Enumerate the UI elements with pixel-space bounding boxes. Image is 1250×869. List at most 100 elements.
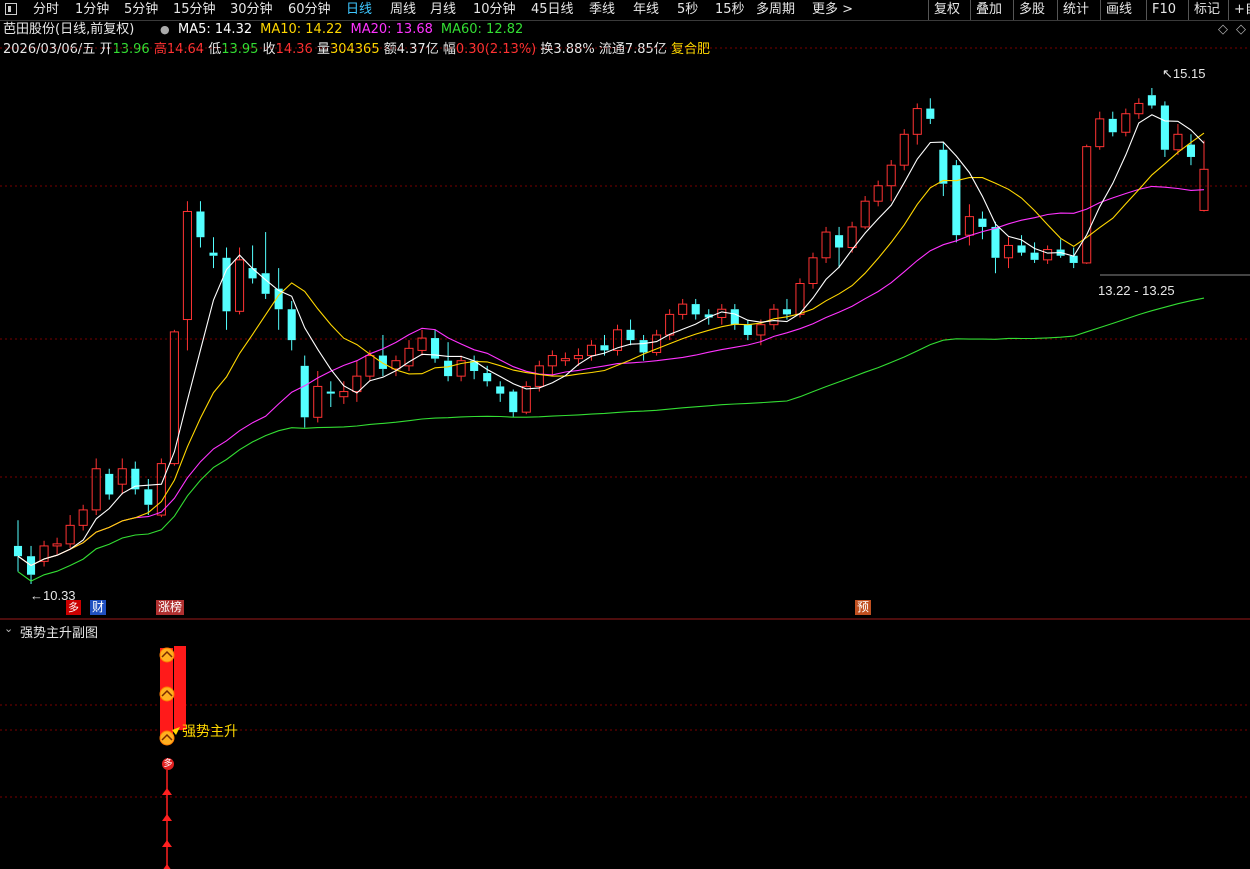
tool-7[interactable]: +自 — [1228, 0, 1250, 20]
candle-52 — [691, 298, 700, 320]
strong-rise-label: 强势主升 — [182, 724, 238, 740]
tool-2[interactable]: 多股 — [1013, 0, 1045, 20]
event-marker-forecast[interactable]: 预 — [855, 600, 872, 615]
candle-23 — [313, 370, 323, 423]
candle-28 — [378, 334, 387, 377]
period-3[interactable]: 15分钟 — [173, 0, 216, 20]
up-arrow-icon-1 — [162, 814, 172, 821]
candle-46 — [612, 324, 623, 356]
ma60-line — [17, 297, 1205, 582]
candle-9 — [131, 461, 140, 495]
tool-3[interactable]: 统计 — [1057, 0, 1089, 20]
candle-88 — [1160, 101, 1169, 157]
candle-86 — [1134, 98, 1144, 119]
candle-2 — [39, 540, 49, 567]
candle-6 — [91, 458, 101, 516]
period-5[interactable]: 60分钟 — [288, 0, 331, 20]
strong-rise-bar-2 — [174, 646, 186, 730]
candle-84 — [1108, 111, 1117, 137]
period-13[interactable]: 5秒 — [677, 0, 698, 20]
period-7[interactable]: 周线 — [390, 0, 416, 20]
tool-0[interactable]: 复权 — [928, 0, 960, 20]
event-marker-finance[interactable]: 财 — [90, 600, 107, 615]
candle-82 — [1082, 144, 1092, 264]
candle-68 — [899, 129, 909, 171]
candle-21 — [287, 301, 296, 351]
candle-66 — [873, 180, 883, 207]
candle-64 — [847, 221, 857, 253]
candle-37 — [496, 381, 505, 402]
period-16[interactable]: 更多 > — [812, 0, 853, 20]
range-price-label: 13.22 - 13.25 — [1098, 283, 1175, 298]
period-2[interactable]: 5分钟 — [124, 0, 158, 20]
tool-6[interactable]: 标记 — [1188, 0, 1220, 20]
candle-11 — [156, 458, 166, 518]
candle-79 — [1043, 245, 1053, 264]
layout-toggle-icon[interactable] — [5, 3, 17, 15]
up-arrow-icon-2 — [162, 840, 172, 847]
up-arrow-icon-0 — [162, 788, 172, 795]
grid-lines — [0, 47, 1250, 798]
candle-69 — [912, 103, 922, 145]
candle-3 — [52, 537, 62, 555]
event-marker-limit-up[interactable]: 涨榜 — [156, 600, 185, 615]
period-12[interactable]: 年线 — [633, 0, 659, 20]
candle-77 — [1017, 235, 1026, 256]
candle-76 — [1003, 237, 1014, 269]
period-9[interactable]: 10分钟 — [473, 0, 516, 20]
candle-87 — [1147, 88, 1156, 109]
period-1[interactable]: 1分钟 — [75, 0, 109, 20]
candle-51 — [678, 298, 688, 320]
candle-83 — [1095, 111, 1105, 150]
period-6[interactable]: 日线 — [346, 0, 372, 20]
candle-25 — [339, 381, 349, 404]
candle-80 — [1056, 239, 1065, 258]
candle-26 — [352, 360, 362, 402]
tool-1[interactable]: 叠加 — [970, 0, 1002, 20]
candle-39 — [521, 381, 531, 415]
candle-70 — [926, 98, 935, 125]
candle-60 — [795, 278, 805, 318]
event-marker-duo[interactable]: 多 — [66, 600, 81, 615]
candle-14 — [196, 201, 205, 248]
candle-30 — [404, 340, 414, 371]
candle-32 — [431, 329, 440, 363]
candle-42 — [560, 352, 570, 366]
candle-8 — [117, 458, 127, 495]
candle-58 — [769, 304, 779, 330]
candle-24 — [326, 381, 335, 408]
candle-0 — [13, 520, 23, 572]
candle-78 — [1030, 242, 1039, 263]
candle-16 — [222, 247, 231, 330]
gold-coin-icon-2 — [159, 730, 175, 746]
period-0[interactable]: 分时 — [33, 0, 59, 20]
candle-62 — [821, 226, 831, 263]
candle-4 — [65, 515, 75, 548]
candle-73 — [964, 204, 974, 246]
period-15[interactable]: 多周期 — [756, 0, 795, 20]
candle-34 — [456, 355, 466, 382]
candle-15 — [209, 237, 218, 269]
collapse-chevron-icon[interactable]: ⌄ — [4, 622, 13, 635]
kline-chart[interactable]: ↖15.15←10.3313.22 - 13.25 — [0, 20, 1250, 869]
tool-4[interactable]: 画线 — [1100, 0, 1132, 20]
candle-22 — [300, 355, 309, 428]
period-8[interactable]: 月线 — [430, 0, 456, 20]
price-annotations: ↖15.15←10.3313.22 - 13.25 — [30, 66, 1205, 603]
period-14[interactable]: 15秒 — [715, 0, 745, 20]
candle-74 — [978, 211, 987, 240]
candle-18 — [248, 245, 257, 284]
period-10[interactable]: 45日线 — [531, 0, 574, 20]
candle-31 — [417, 329, 427, 356]
period-11[interactable]: 季线 — [589, 0, 615, 20]
period-4[interactable]: 30分钟 — [230, 0, 273, 20]
ma5-line — [17, 114, 1205, 567]
candle-7 — [105, 468, 114, 500]
sub-panel-title[interactable]: 强势主升副图 — [20, 622, 98, 641]
ma10-line — [17, 132, 1205, 567]
gold-coin-icon-1 — [159, 686, 175, 702]
candle-71 — [939, 142, 948, 197]
candle-41 — [547, 350, 557, 377]
tool-5[interactable]: F10 — [1146, 0, 1176, 20]
up-arrow-icon-3 — [163, 864, 171, 869]
